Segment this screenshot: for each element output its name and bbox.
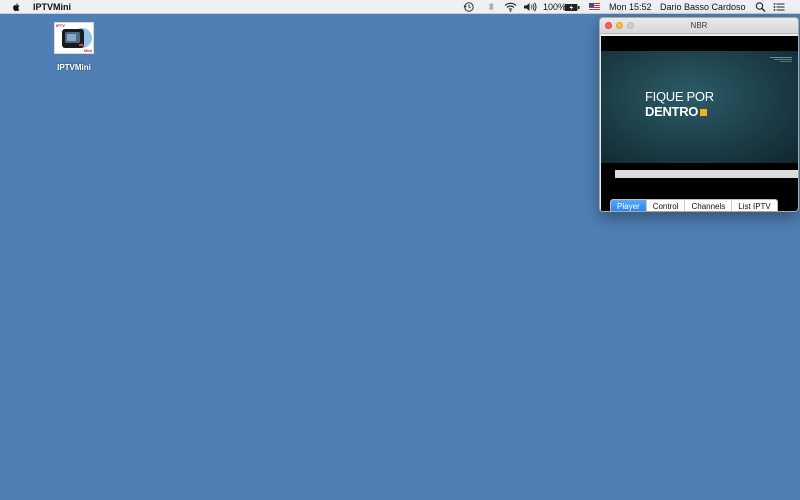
video-frame: FIQUE POR DENTRO bbox=[601, 51, 798, 178]
icon-text-mini: Mini bbox=[84, 48, 92, 53]
desktop-icon-iptvmini[interactable]: IPTV Mini IPTVMini bbox=[48, 22, 100, 72]
wifi-icon[interactable] bbox=[504, 1, 517, 13]
video-ticker-bar bbox=[615, 170, 798, 178]
window-title: NBR bbox=[690, 21, 708, 30]
battery-icon[interactable] bbox=[564, 1, 580, 13]
video-promo-text: FIQUE POR DENTRO bbox=[645, 89, 714, 119]
app-menu-name[interactable]: IPTVMini bbox=[33, 2, 71, 12]
promo-square bbox=[700, 109, 708, 116]
window-titlebar[interactable]: NBR bbox=[600, 18, 798, 34]
video-player[interactable]: FIQUE POR DENTRO bbox=[601, 36, 798, 211]
tab-player[interactable]: Player bbox=[611, 200, 646, 211]
tab-control[interactable]: Control bbox=[645, 200, 685, 211]
tab-list-iptv[interactable]: List IPTV bbox=[731, 200, 776, 211]
segmented-tab-control: Player Control Channels List IPTV bbox=[610, 199, 778, 211]
promo-line-1: FIQUE POR bbox=[645, 89, 714, 104]
battery-percentage: 100% bbox=[543, 2, 567, 12]
bluetooth-icon[interactable] bbox=[487, 1, 495, 13]
menu-bar: IPTVMini 100% Mon 15:52 Dario Basso Card… bbox=[0, 0, 800, 14]
volume-icon[interactable] bbox=[523, 1, 537, 13]
apple-menu-icon[interactable] bbox=[11, 2, 21, 12]
promo-line-2: DENTRO bbox=[645, 104, 714, 119]
icon-text-iptv: IPTV bbox=[56, 23, 65, 28]
time-machine-icon[interactable] bbox=[463, 1, 475, 13]
menubar-clock[interactable]: Mon 15:52 bbox=[609, 2, 652, 12]
iptvmini-app-icon: IPTV Mini bbox=[54, 22, 94, 54]
notification-center-icon[interactable] bbox=[773, 1, 785, 13]
us-flag-input-icon[interactable] bbox=[589, 1, 600, 13]
spotlight-search-icon[interactable] bbox=[755, 1, 766, 13]
menubar-user-name[interactable]: Dario Basso Cardoso bbox=[660, 2, 746, 12]
desktop-icon-label: IPTVMini bbox=[57, 63, 91, 72]
channel-watermark-icon bbox=[770, 57, 792, 62]
tab-channels[interactable]: Channels bbox=[684, 200, 731, 211]
promo-line-2-text: DENTRO bbox=[645, 104, 699, 119]
player-window: NBR FIQUE POR DENTRO Player Control Chan… bbox=[599, 17, 799, 212]
